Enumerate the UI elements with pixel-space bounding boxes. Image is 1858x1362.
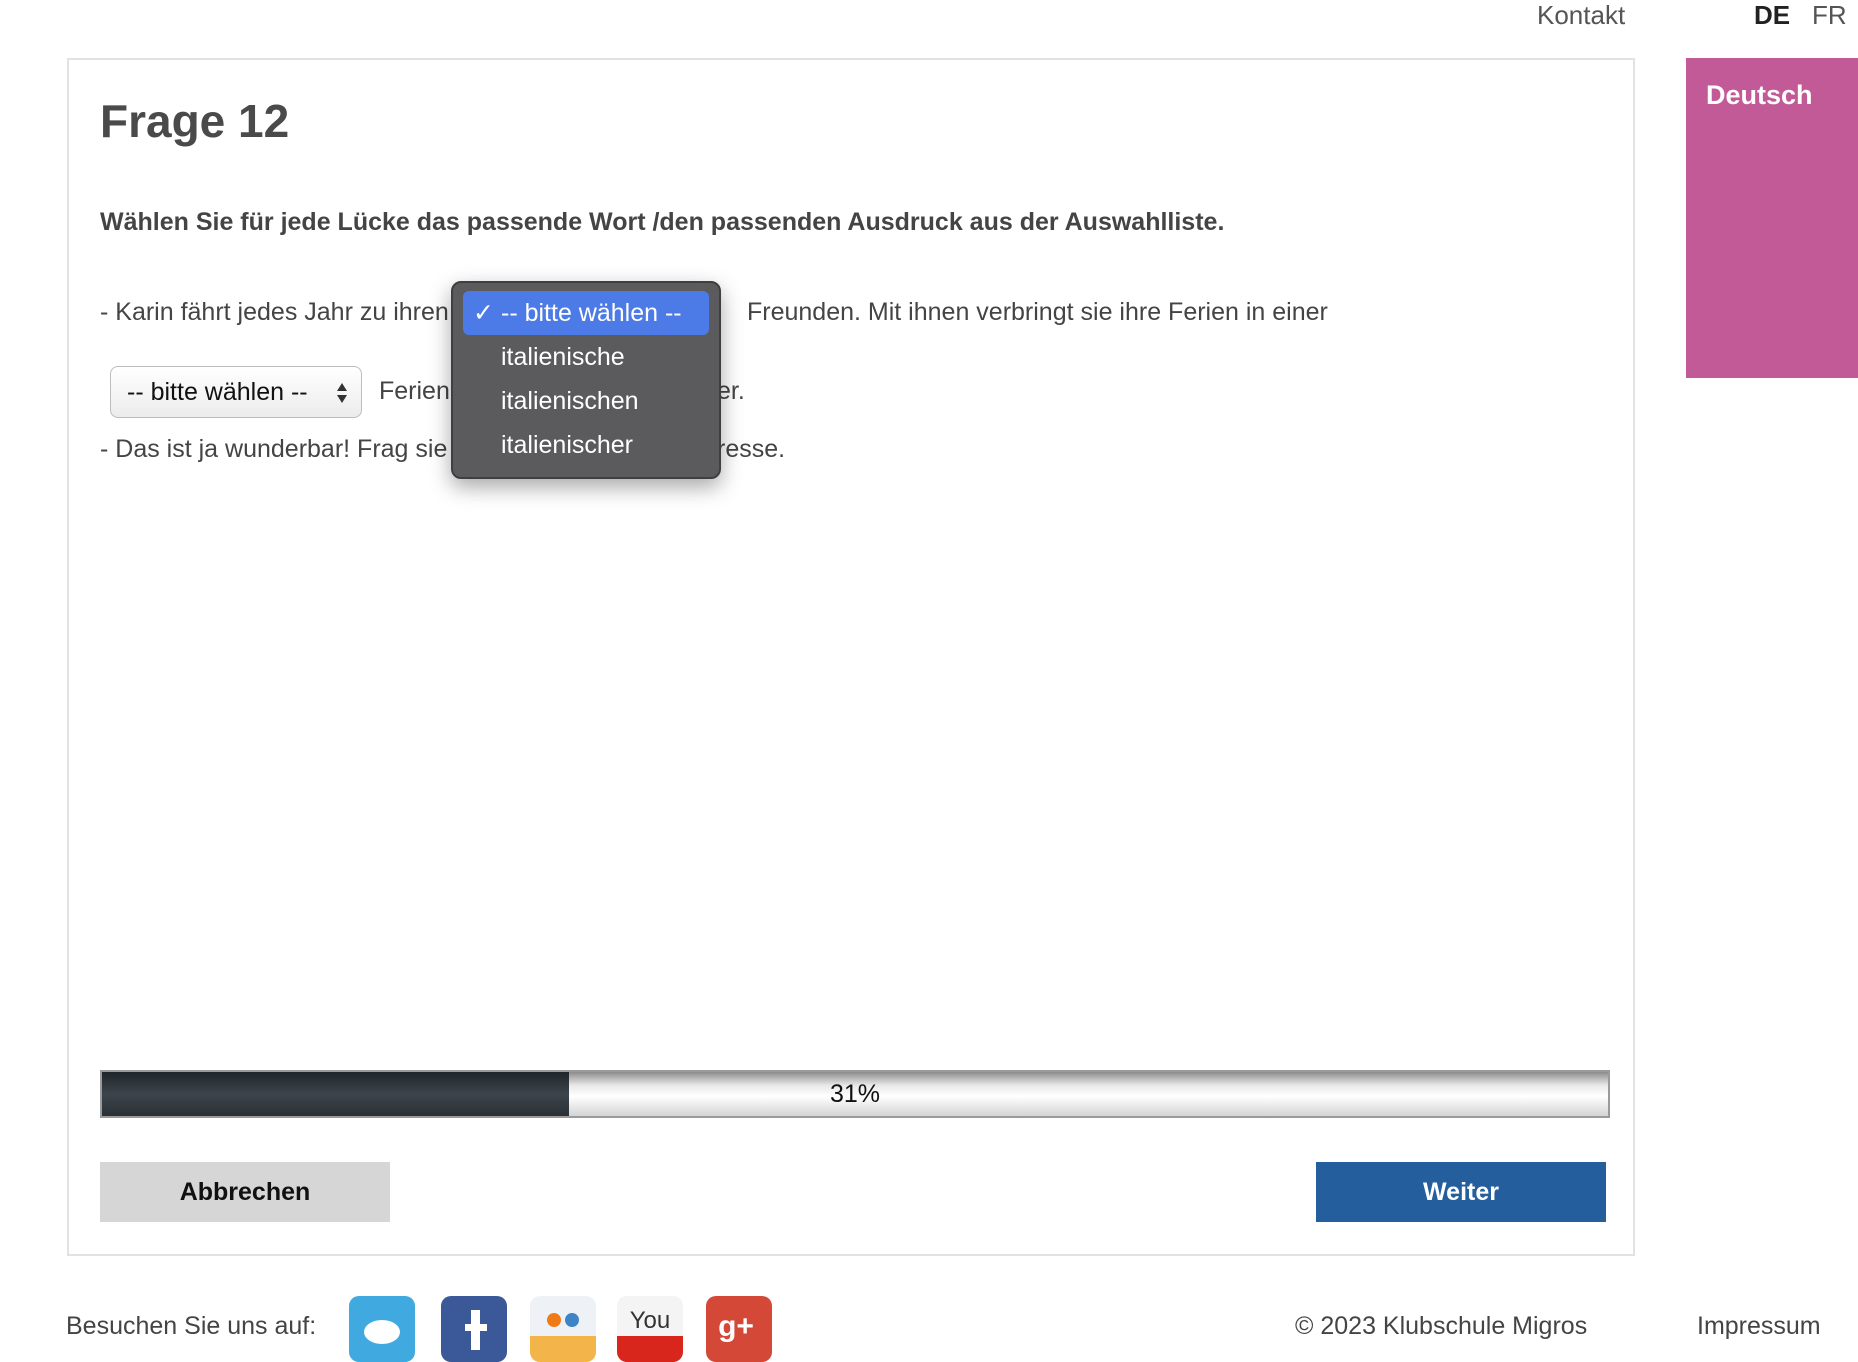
twitter-icon[interactable]	[349, 1296, 415, 1362]
google-plus-icon[interactable]: g+	[706, 1296, 772, 1362]
sentence-1-start: - Karin fährt jedes Jahr zu ihren	[100, 298, 449, 326]
language-side-panel: Deutsch	[1686, 58, 1858, 378]
dropdown-option[interactable]: italienische	[463, 335, 709, 379]
contact-link[interactable]: Kontakt	[1537, 0, 1625, 31]
cancel-button[interactable]: Abbrechen	[100, 1162, 390, 1222]
sentence-2-start: Ferien	[379, 377, 450, 405]
flickr-icon[interactable]	[530, 1296, 596, 1362]
question-panel: Frage 12 Wählen Sie für jede Lücke das p…	[67, 58, 1635, 1256]
gap-2-select-value: -- bitte wählen --	[127, 377, 308, 406]
footer-copyright: © 2023 Klubschule Migros	[1295, 1312, 1588, 1340]
language-fr[interactable]: FR	[1812, 0, 1847, 31]
facebook-icon[interactable]	[441, 1296, 507, 1362]
dropdown-option-label: italienischer	[501, 431, 634, 459]
side-panel-label: Deutsch	[1706, 80, 1813, 110]
sentence-1-end: Freunden. Mit ihnen verbringt sie ihre F…	[747, 298, 1328, 326]
footer-impressum-link[interactable]: Impressum	[1697, 1312, 1821, 1341]
language-de[interactable]: DE	[1754, 0, 1790, 31]
dropdown-option-label: italienische	[501, 343, 625, 371]
sentence-3-start: - Das ist ja wunderbar! Frag sie	[100, 435, 448, 463]
progress-label: 31%	[829, 1080, 881, 1108]
svg-text:g+: g+	[718, 1310, 754, 1343]
progress-bar: 31%	[100, 1070, 1610, 1118]
dropdown-option[interactable]: italienischer	[463, 423, 709, 467]
dropdown-option[interactable]: italienischen	[463, 379, 709, 423]
sentence-3-end: resse.	[717, 435, 786, 463]
footer-visit-label: Besuchen Sie uns auf:	[66, 1312, 317, 1340]
checkmark-icon: ✓	[473, 299, 494, 327]
dropdown-option-label: -- bitte wählen --	[501, 299, 682, 327]
top-bar: Kontakt DE FR	[0, 0, 1858, 40]
question-instruction: Wählen Sie für jede Lücke das passende W…	[100, 208, 1225, 236]
gap-1-dropdown-menu: ✓ -- bitte wählen -- italienische italie…	[451, 281, 721, 479]
sentence-2-end: er.	[717, 377, 745, 405]
dropdown-option-label: italienischen	[501, 387, 639, 415]
youtube-icon[interactable]: You	[617, 1296, 683, 1362]
dropdown-option[interactable]: ✓ -- bitte wählen --	[463, 291, 709, 335]
gap-2-select[interactable]: -- bitte wählen --	[110, 366, 362, 418]
page-title: Frage 12	[100, 95, 290, 147]
next-button[interactable]: Weiter	[1316, 1162, 1606, 1222]
select-arrows-icon	[337, 383, 347, 403]
svg-text:You: You	[630, 1307, 671, 1334]
